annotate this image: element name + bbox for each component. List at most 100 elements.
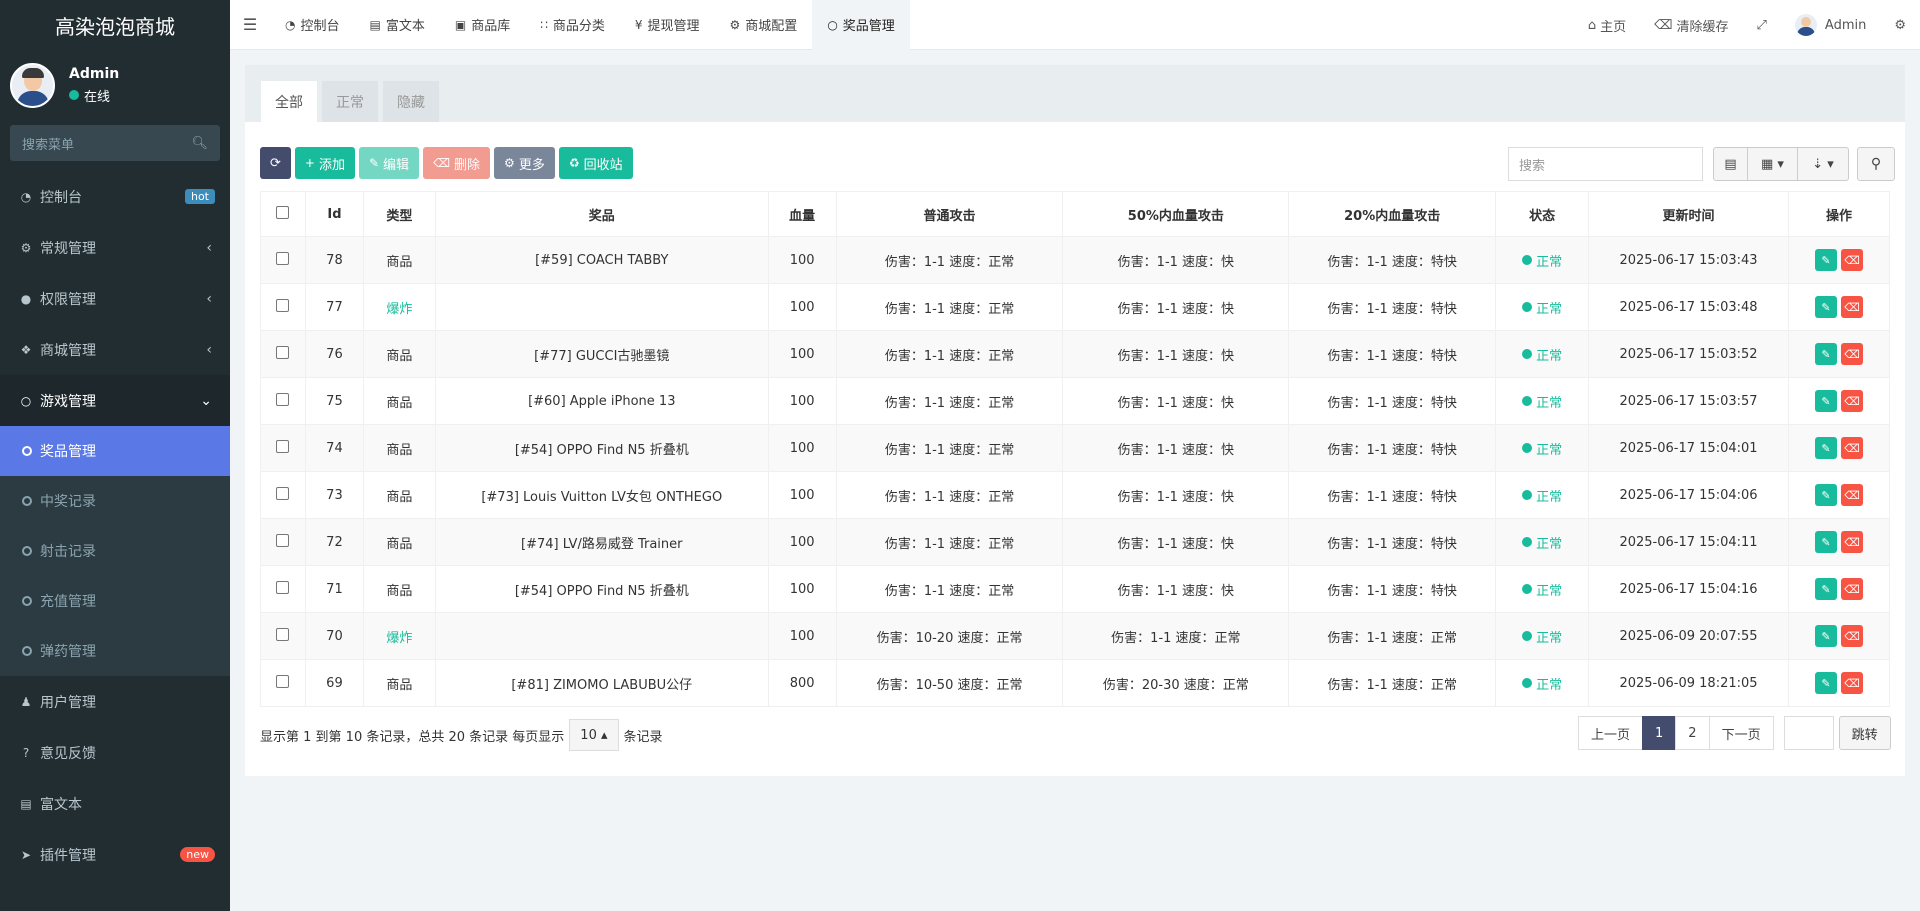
panel-tab-hidden[interactable]: 隐藏 [383,81,439,122]
row-checkbox[interactable] [260,659,306,707]
delete-row-button[interactable]: ⌫ [1840,531,1863,553]
page-2-button[interactable]: 2 [1675,716,1710,750]
page-size-select[interactable]: 10 ▴ [569,719,619,751]
sidebar-item-dashboard[interactable]: ◔ 控制台 hot [0,171,230,222]
jump-page-input[interactable] [1783,716,1834,750]
add-button[interactable]: + 添加 [294,147,355,179]
row-checkbox[interactable] [260,330,306,378]
delete-row-button[interactable]: ⌫ [1840,249,1863,271]
sidebar-item-game[interactable]: ○ 游戏管理 ⌄ [0,375,230,426]
columns-icon[interactable]: ▦ ▾ [1748,148,1798,180]
more-button[interactable]: ⚙ 更多 [494,147,555,179]
search-input[interactable]: 搜索 [1508,147,1703,181]
panel-tab-all[interactable]: 全部 [261,81,317,122]
row-checkbox[interactable] [260,565,306,613]
tab-shop-config[interactable]: ⚙ 商城配置 [715,0,813,50]
tab-prize[interactable]: ○ 奖品管理 [812,0,910,50]
table-row[interactable]: 75 商品 [#60] Apple iPhone 13 100 伤害：1-1 速度：正常… [260,377,1891,425]
delete-row-button[interactable]: ⌫ [1840,484,1863,506]
delete-row-button[interactable]: ⌫ [1840,296,1863,318]
sidebar-item-plugins[interactable]: ➤ 插件管理 new [0,829,230,880]
panel-tab-normal[interactable]: 正常 [322,81,378,122]
delete-row-button[interactable]: ⌫ [1840,343,1863,365]
sidebar-subitem-prize[interactable]: 奖品管理 [0,426,230,476]
table-row[interactable]: 69 商品 [#81] ZIMOMO LABUBU公仔 800 伤害：10-50 速度：… [260,659,1891,707]
admin-menu[interactable]: Admin [1781,0,1880,50]
status-badge[interactable]: 正常 [1522,533,1562,552]
fullscreen-icon[interactable]: ⤢ [1743,0,1781,50]
col-id[interactable]: Id [304,191,364,237]
toggle-view-icon[interactable]: ▤ [1714,148,1748,180]
edit-row-button[interactable]: ✎ [1814,625,1837,647]
sidebar-item-general[interactable]: ⚙ 常规管理 ‹ [0,222,230,273]
status-badge[interactable]: 正常 [1522,486,1562,505]
edit-row-button[interactable]: ✎ [1814,437,1837,459]
table-row[interactable]: 72 商品 [#74] LV/路易威登 Trainer 100 伤害：1-1 速度：正常… [260,518,1891,566]
edit-row-button[interactable]: ✎ [1814,390,1837,412]
edit-row-button[interactable]: ✎ [1814,672,1837,694]
sidebar-item-permission[interactable]: ● 权限管理 ‹ [0,273,230,324]
edit-row-button[interactable]: ✎ [1814,249,1837,271]
page-1-button[interactable]: 1 [1642,716,1677,750]
sidebar-item-feedback[interactable]: ? 意见反馈 [0,727,230,778]
tab-withdraw[interactable]: ¥ 提现管理 [620,0,715,50]
delete-row-button[interactable]: ⌫ [1840,625,1863,647]
sidebar-item-richtext[interactable]: ▤ 富文本 [0,778,230,829]
refresh-button[interactable]: ⟳ [260,147,291,179]
row-checkbox[interactable] [260,471,306,519]
menu-toggle-icon[interactable]: ☰ [230,15,270,34]
edit-row-button[interactable]: ✎ [1814,343,1837,365]
export-icon[interactable]: ⇣ ▾ [1798,148,1848,180]
select-all-checkbox[interactable] [260,191,306,237]
row-checkbox[interactable] [260,612,306,660]
jump-button[interactable]: 跳转 [1838,716,1891,750]
delete-row-button[interactable]: ⌫ [1840,390,1863,412]
table-row[interactable]: 71 商品 [#54] OPPO Find N5 折叠机 100 伤害：1-1 速度：正… [260,565,1891,613]
next-page-button[interactable]: 下一页 [1708,716,1774,750]
edit-row-button[interactable]: ✎ [1814,296,1837,318]
table-row[interactable]: 78 商品 [#59] COACH TABBY 100 伤害：1-1 速度：正常 伤害：1… [260,236,1891,284]
sidebar-subitem-ammo[interactable]: 弹药管理 [0,626,230,676]
status-badge[interactable]: 正常 [1522,627,1562,646]
search-button[interactable]: ⚲ [1857,147,1895,181]
home-link[interactable]: ⌂ 主页 [1574,0,1640,50]
table-row[interactable]: 77 爆炸 100 伤害：1-1 速度：正常 伤害：1-1 速度：快 伤害：1-1 速度：… [260,283,1891,331]
edit-row-button[interactable]: ✎ [1814,531,1837,553]
row-checkbox[interactable] [260,236,306,284]
status-badge[interactable]: 正常 [1522,251,1562,270]
tab-dashboard[interactable]: ◔ 控制台 [270,0,355,50]
settings-icon[interactable]: ⚙ [1880,0,1920,50]
sidebar-subitem-recharge[interactable]: 充值管理 [0,576,230,626]
delete-row-button[interactable]: ⌫ [1840,578,1863,600]
status-badge[interactable]: 正常 [1522,298,1562,317]
status-badge[interactable]: 正常 [1522,439,1562,458]
clear-cache-button[interactable]: ⌫ 清除缓存 [1640,0,1742,50]
prev-page-button[interactable]: 上一页 [1578,716,1644,750]
row-checkbox[interactable] [260,377,306,425]
tab-products[interactable]: ▣ 商品库 [440,0,525,50]
table-row[interactable]: 76 商品 [#77] GUCCI古驰墨镜 100 伤害：1-1 速度：正常 伤害：1-1… [260,330,1891,378]
edit-button[interactable]: ✎ 编辑 [358,147,420,179]
app-logo[interactable]: 高染泡泡商城 [0,0,230,50]
delete-row-button[interactable]: ⌫ [1840,437,1863,459]
sidebar-subitem-shooting[interactable]: 射击记录 [0,526,230,576]
delete-button[interactable]: ⌫ 删除 [423,147,491,179]
table-row[interactable]: 70 爆炸 100 伤害：10-20 速度：正常 伤害：1-1 速度：正常 伤害：1-1 … [260,612,1891,660]
row-checkbox[interactable] [260,424,306,472]
table-row[interactable]: 73 商品 [#73] Louis Vuitton LV女包 ONTHEGO 100 伤… [260,471,1891,519]
row-checkbox[interactable] [260,283,306,331]
sidebar-item-users[interactable]: ♟ 用户管理 [0,676,230,727]
sidebar-item-shop[interactable]: ❖ 商城管理 ‹ [0,324,230,375]
status-badge[interactable]: 正常 [1522,580,1562,599]
tab-categories[interactable]: ∷ 商品分类 [525,0,620,50]
delete-row-button[interactable]: ⌫ [1840,672,1863,694]
row-checkbox[interactable] [260,518,306,566]
edit-row-button[interactable]: ✎ [1814,484,1837,506]
status-badge[interactable]: 正常 [1522,392,1562,411]
edit-row-button[interactable]: ✎ [1814,578,1837,600]
table-row[interactable]: 74 商品 [#54] OPPO Find N5 折叠机 100 伤害：1-1 速度：正… [260,424,1891,472]
sidebar-subitem-winning[interactable]: 中奖记录 [0,476,230,526]
sidebar-search-input[interactable]: 搜索菜单 🔍︎ [10,125,220,161]
tab-richtext[interactable]: ▤ 富文本 [355,0,440,50]
status-badge[interactable]: 正常 [1522,674,1562,693]
